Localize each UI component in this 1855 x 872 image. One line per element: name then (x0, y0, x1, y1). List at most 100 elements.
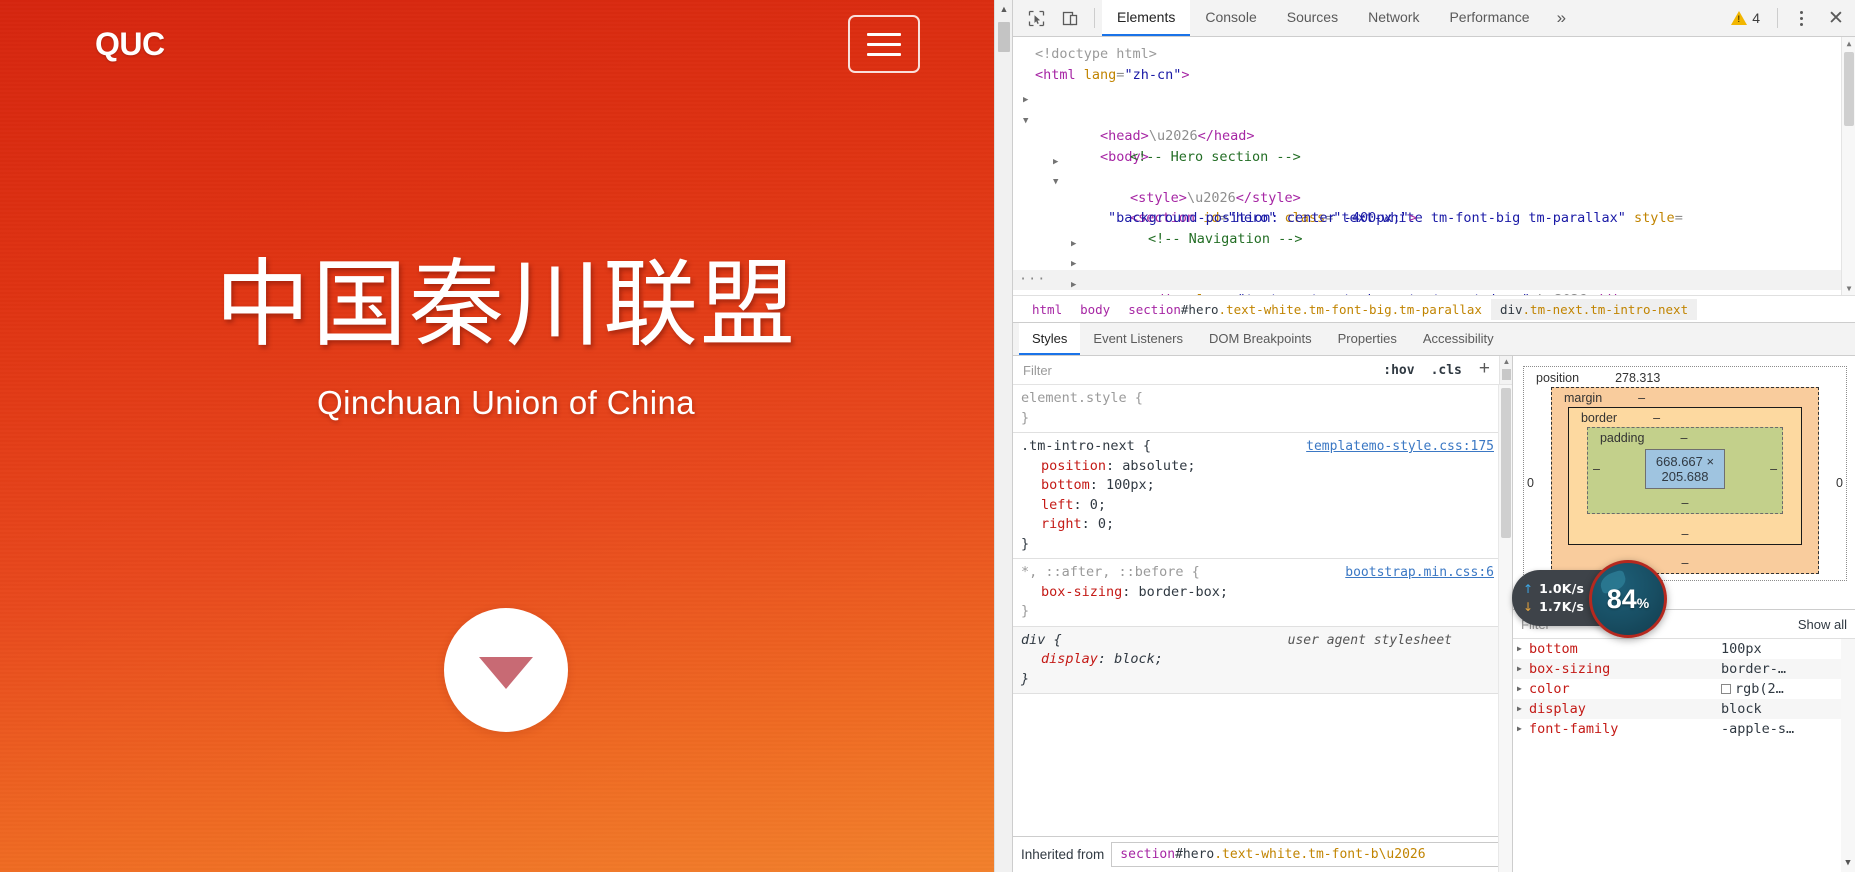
box-model-content-size[interactable]: 668.667 × 205.688 (1644, 449, 1726, 489)
rule-source-link[interactable]: templatemo-style.css:175 (1306, 437, 1494, 457)
tab-network[interactable]: Network (1353, 0, 1434, 36)
kebab-dot (1799, 22, 1803, 26)
expand-arrow-icon[interactable]: ▶ (1517, 699, 1529, 719)
computed-property-row[interactable]: ▶ bottom 100px (1513, 639, 1855, 659)
css-declaration[interactable]: bottom: 100px; (1021, 476, 1512, 496)
device-toolbar-icon[interactable] (1053, 0, 1087, 36)
dom-tree-scrollbar[interactable]: ▲ ▼ (1841, 37, 1855, 295)
scrollbar-thumb[interactable] (1501, 388, 1511, 538)
show-all-checkbox[interactable]: Show all (1798, 617, 1847, 632)
computed-property-value: block (1721, 701, 1762, 717)
tab-sources[interactable]: Sources (1272, 0, 1353, 36)
site-logo[interactable]: QUC (95, 26, 165, 63)
scroll-next-button[interactable] (444, 608, 568, 732)
dom-tree[interactable]: <!doctype html> <html lang="zh-cn"> <hea… (1013, 37, 1855, 295)
close-icon[interactable]: ✕ (1817, 0, 1855, 36)
styles-filterbar-scrollbar[interactable]: ▲ (1499, 356, 1512, 384)
tab-dom-breakpoints[interactable]: DOM Breakpoints (1196, 323, 1325, 355)
padding-bottom-value[interactable]: – (1588, 493, 1782, 513)
inherited-from-bar: Inherited from section#hero.text-white.t… (1013, 835, 1512, 872)
css-declaration[interactable]: display: block; (1021, 650, 1512, 670)
box-model-margin[interactable]: margin – border – padding – – 668.667 × … (1550, 387, 1820, 574)
scrollbar-thumb[interactable] (1844, 52, 1854, 126)
computed-property-value: rgb(2… (1721, 679, 1784, 699)
breadcrumb-item-div-tm-next[interactable]: div.tm-next.tm-intro-next (1490, 298, 1698, 320)
computed-properties-list[interactable]: ▶ bottom 100px ▶ box-sizing border-… ▶ c… (1513, 639, 1855, 872)
scroll-up-icon[interactable]: ▲ (1500, 357, 1512, 366)
rule-source-link[interactable]: bootstrap.min.css:6 (1345, 563, 1494, 583)
more-tabs-icon[interactable]: » (1545, 0, 1578, 36)
dom-line-selected[interactable]: ··· <div class="tm-next tm-intro-next">\… (1013, 269, 1855, 290)
dom-line-comment[interactable]: <!-- Hero section --> (1013, 126, 1855, 165)
computed-property-row[interactable]: ▶ color rgb(2… (1513, 679, 1855, 699)
dom-line[interactable]: <head>\u2026</head> (1013, 85, 1855, 144)
breadcrumb-item-section-hero[interactable]: section#hero.text-white.tm-font-big.tm-p… (1119, 299, 1491, 320)
style-rule-tm-intro-next[interactable]: templatemo-style.css:175 .tm-intro-next … (1013, 433, 1512, 559)
kebab-menu-icon[interactable] (1785, 0, 1817, 36)
dom-ellipsis-marker[interactable]: ··· (1019, 269, 1046, 290)
dom-line[interactable]: <div class="text-center tm-hero-text-con… (1013, 249, 1855, 295)
css-declaration[interactable]: position: absolute; (1021, 457, 1512, 477)
styles-rules-list[interactable]: element.style { } templatemo-style.css:1… (1013, 385, 1512, 872)
inherited-label: Inherited from (1021, 846, 1105, 862)
padding-right-value[interactable]: – (1765, 462, 1782, 476)
battery-percent-bubble[interactable]: 84% (1589, 560, 1667, 638)
box-model-border[interactable]: border – padding – – 668.667 × 205.688 –… (1567, 407, 1803, 545)
css-declaration[interactable]: right: 0; (1021, 515, 1512, 535)
dom-line[interactable]: <!doctype html> (1013, 44, 1855, 65)
tab-properties[interactable]: Properties (1325, 323, 1410, 355)
tab-elements[interactable]: Elements (1102, 0, 1191, 36)
style-rule-user-agent-div[interactable]: user agent stylesheet div { display: blo… (1013, 626, 1512, 694)
styles-filter-input[interactable]: Filter (1023, 363, 1375, 378)
style-rule-element-style[interactable]: element.style { } (1013, 385, 1512, 433)
rule-selector[interactable]: element.style { (1021, 389, 1512, 409)
scroll-up-icon[interactable]: ▲ (995, 0, 1012, 18)
page-scrollbar[interactable]: ▲ (994, 0, 1012, 872)
color-swatch-icon[interactable] (1721, 684, 1731, 694)
box-model-position[interactable]: position 278.313 0 margin – border – pad… (1523, 366, 1847, 581)
box-model-padding[interactable]: padding – – 668.667 × 205.688 – – (1586, 427, 1784, 514)
computed-property-row[interactable]: ▶ display block (1513, 699, 1855, 719)
expand-arrow-icon[interactable]: ▶ (1517, 659, 1529, 679)
scrollbar-thumb[interactable] (1502, 369, 1511, 380)
tab-console[interactable]: Console (1190, 0, 1271, 36)
dom-line[interactable]: <style>\u2026</style> (1013, 147, 1855, 206)
computed-list-scrollbar[interactable]: ▼ (1841, 639, 1855, 872)
element-classes-button[interactable]: .cls (1423, 363, 1470, 378)
computed-property-row[interactable]: ▶ font-family -apple-s… (1513, 719, 1855, 739)
force-state-button[interactable]: :hov (1375, 363, 1422, 378)
scroll-up-icon[interactable]: ▲ (1842, 37, 1855, 50)
scrollbar-thumb[interactable] (998, 22, 1010, 52)
dom-line[interactable]: <html lang="zh-cn"> (1013, 65, 1855, 86)
tab-accessibility[interactable]: Accessibility (1410, 323, 1507, 355)
expand-arrow-icon[interactable]: ▶ (1517, 679, 1529, 699)
dom-line[interactable]: <body> (1013, 106, 1855, 165)
dom-line[interactable]: <section id="hero" class="text-white tm-… (1013, 167, 1855, 226)
warning-badge[interactable]: 4 (1721, 0, 1770, 36)
scroll-down-icon[interactable]: ▼ (1842, 282, 1855, 295)
dom-line-comment[interactable]: <!-- Navigation --> (1013, 208, 1855, 247)
scroll-down-icon[interactable]: ▼ (1841, 858, 1855, 868)
border-bottom-value[interactable]: – (1569, 524, 1801, 544)
tab-event-listeners[interactable]: Event Listeners (1080, 323, 1196, 355)
cursor-select-icon[interactable] (1019, 0, 1053, 36)
computed-property-row[interactable]: ▶ box-sizing border-… (1513, 659, 1855, 679)
dom-line[interactable]: </section> (1013, 290, 1855, 295)
tab-styles[interactable]: Styles (1019, 323, 1081, 355)
expand-arrow-icon[interactable]: ▶ (1517, 639, 1529, 659)
breadcrumb-item-body[interactable]: body (1071, 299, 1119, 320)
expand-arrow-icon[interactable]: ▶ (1517, 719, 1529, 739)
dom-line[interactable]: <nav class="navbar navbar-expand-md tm-n… (1013, 229, 1855, 288)
css-declaration[interactable]: box-sizing: border-box; (1021, 583, 1512, 603)
styles-pane-scrollbar[interactable] (1498, 385, 1512, 872)
dom-line-cont[interactable]: "background-position: center -400px;"> (1013, 188, 1855, 226)
hamburger-bar (867, 42, 901, 46)
new-style-rule-button[interactable]: + (1470, 358, 1499, 383)
breadcrumb-item-html[interactable]: html (1023, 299, 1071, 320)
tab-performance[interactable]: Performance (1434, 0, 1544, 36)
style-rule-universal[interactable]: bootstrap.min.css:6 *, ::after, ::before… (1013, 559, 1512, 627)
inherited-selector-chip[interactable]: section#hero.text-white.tm-font-b\u2026 (1111, 841, 1504, 867)
padding-left-value[interactable]: – (1588, 462, 1605, 476)
hamburger-icon[interactable] (848, 15, 920, 73)
css-declaration[interactable]: left: 0; (1021, 496, 1512, 516)
